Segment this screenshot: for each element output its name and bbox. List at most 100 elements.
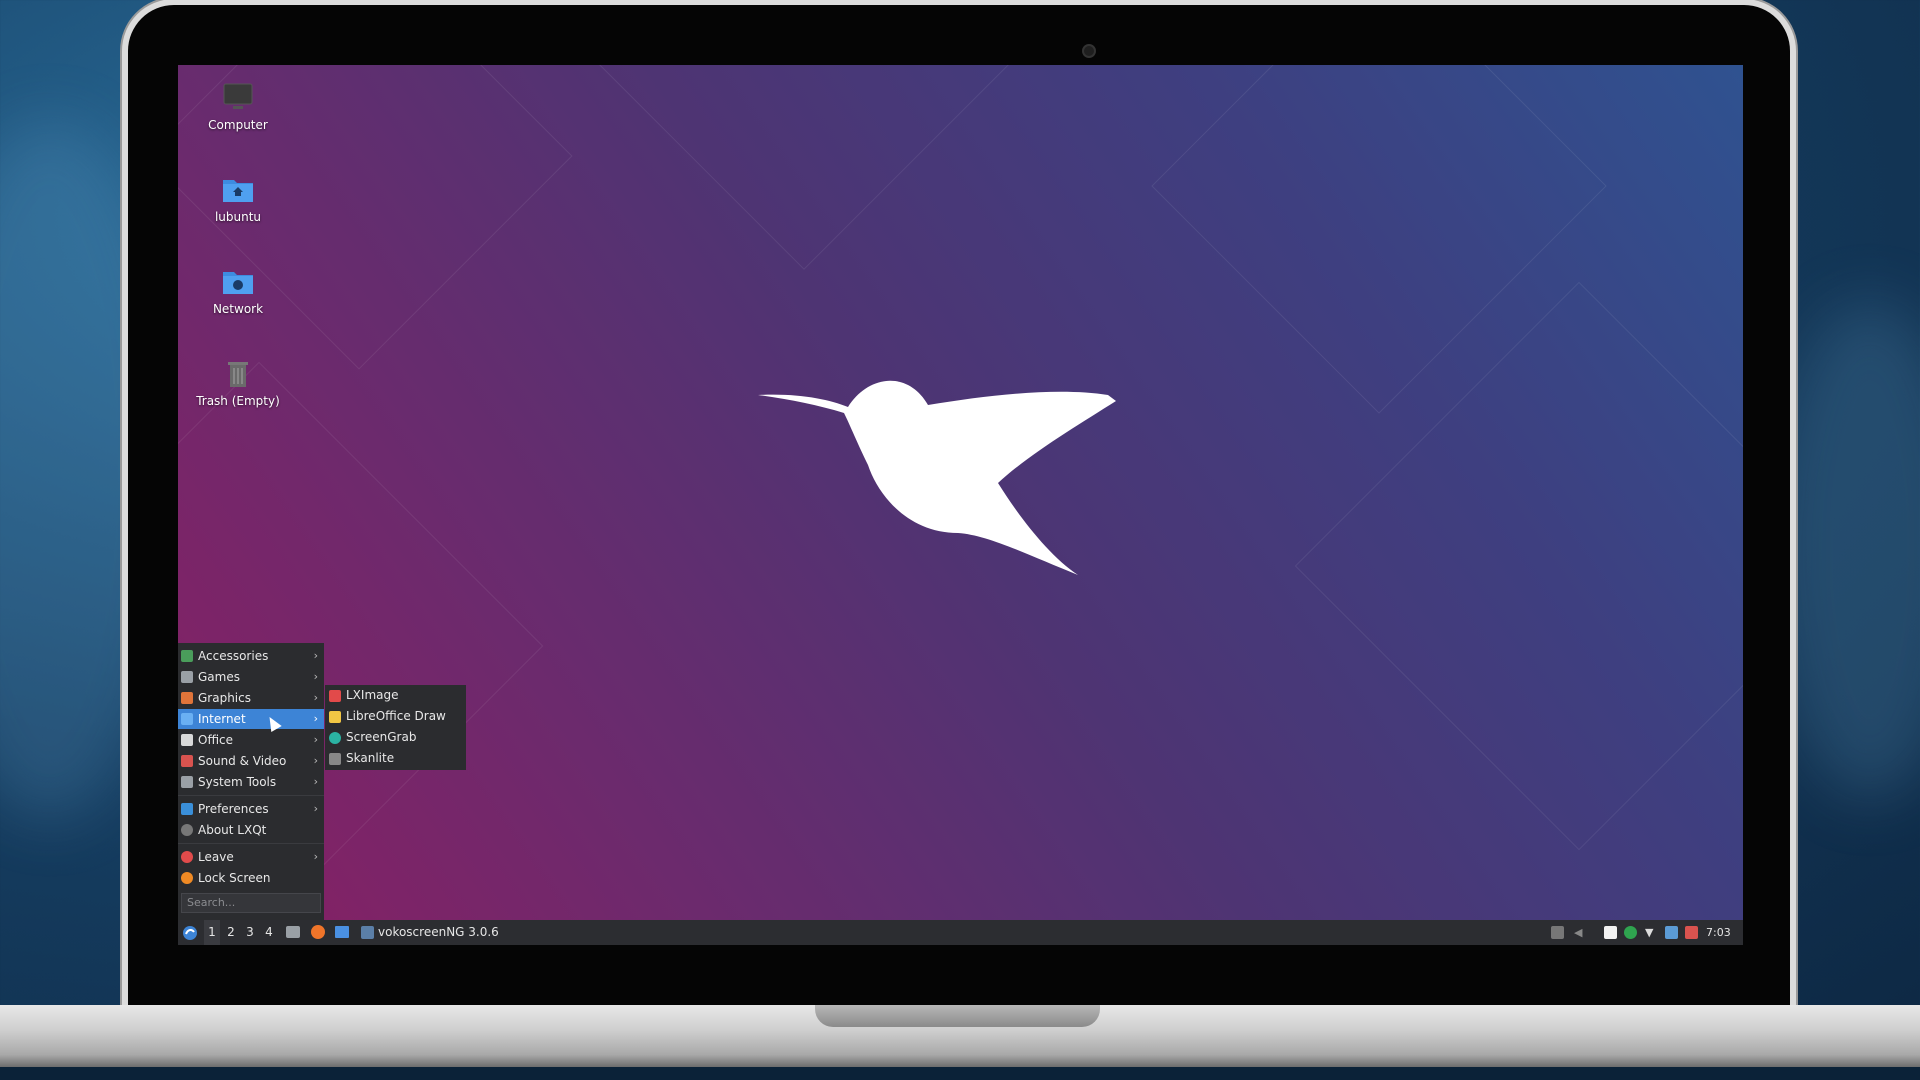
hummingbird-logo <box>758 380 1116 575</box>
menu-separator <box>178 843 324 844</box>
chevron-right-icon: › <box>313 649 318 662</box>
menu-item-label: Office <box>198 733 234 747</box>
show-desktop-icon <box>335 926 349 938</box>
menu-item-graphics[interactable]: Graphics › <box>178 688 324 708</box>
battery-tray-icon[interactable] <box>1685 926 1698 939</box>
application-menu: Accessories › Games › Graphics › Interne… <box>178 643 324 925</box>
menu-item-label: Games <box>198 670 240 684</box>
submenu-item-label: LibreOffice Draw <box>346 709 446 723</box>
submenu-item-screengrab[interactable]: ScreenGrab <box>325 727 466 748</box>
firefox-launcher[interactable] <box>311 920 327 945</box>
trash-icon <box>221 356 255 390</box>
desktop-screen: Computer lubuntu Network Trash (Empty) A… <box>178 65 1743 945</box>
accessories-icon <box>181 650 193 662</box>
menu-item-accessories[interactable]: Accessories › <box>178 646 324 666</box>
workspace-1[interactable]: 1 <box>204 920 220 945</box>
desktop-icon-label: Network <box>212 302 264 316</box>
submenu-item-libreoffice-draw[interactable]: LibreOffice Draw <box>325 706 466 727</box>
desktop-icon-label: lubuntu <box>214 210 262 224</box>
menu-item-preferences[interactable]: Preferences › <box>178 799 324 819</box>
lximage-icon <box>329 690 341 702</box>
menu-item-label: Sound & Video <box>198 754 287 768</box>
menu-item-system-tools[interactable]: System Tools › <box>178 772 324 792</box>
menu-item-sound-video[interactable]: Sound & Video › <box>178 751 324 771</box>
menu-item-label: Leave <box>198 850 234 864</box>
internet-icon <box>181 713 193 725</box>
laptop-hinge <box>815 1005 1100 1027</box>
lubuntu-logo-icon <box>183 926 197 940</box>
menu-item-office[interactable]: Office › <box>178 730 324 750</box>
skanlite-icon <box>329 753 341 765</box>
clock[interactable]: 7:03 <box>1706 920 1740 945</box>
menu-item-lock-screen[interactable]: Lock Screen <box>178 868 324 888</box>
chevron-right-icon: › <box>313 733 318 746</box>
notes-tray-icon[interactable] <box>1604 926 1617 939</box>
desktop-icon-trash[interactable]: Trash (Empty) <box>188 356 288 408</box>
task-vokoscreen[interactable]: vokoscreenNG 3.0.6 <box>361 920 501 945</box>
screengrab-icon <box>329 732 341 744</box>
submenu-item-skanlite[interactable]: Skanlite <box>325 748 466 769</box>
webcam-icon <box>1082 44 1096 58</box>
submenu-item-lximage[interactable]: LXImage <box>325 685 466 706</box>
workspace-2[interactable]: 2 <box>223 920 239 945</box>
taskbar: 1 2 3 4 vokoscreenNG 3.0.6 ◀ ▼ 7:03 <box>178 920 1743 945</box>
desktop-icon-network[interactable]: Network <box>188 264 288 316</box>
menu-item-games[interactable]: Games › <box>178 667 324 687</box>
update-tray-icon[interactable] <box>1624 926 1637 939</box>
menu-item-label: System Tools <box>198 775 277 789</box>
vokoscreen-icon <box>361 926 374 939</box>
games-icon <box>181 671 193 683</box>
workspace-3[interactable]: 3 <box>242 920 258 945</box>
submenu-item-label: Skanlite <box>346 751 395 765</box>
menu-search-input[interactable]: Search... <box>181 893 321 913</box>
chevron-right-icon: › <box>313 775 318 788</box>
desktop-icon-home[interactable]: lubuntu <box>188 172 288 224</box>
file-manager-launcher[interactable] <box>286 920 302 945</box>
wifi-icon[interactable]: ▼ <box>1645 926 1658 939</box>
menu-item-leave[interactable]: Leave › <box>178 847 324 867</box>
chevron-right-icon: › <box>313 691 318 704</box>
chevron-right-icon: › <box>313 850 318 863</box>
clipboard-tray-icon[interactable] <box>1551 926 1564 939</box>
volume-icon[interactable]: ◀ <box>1574 926 1587 939</box>
workspace-4[interactable]: 4 <box>261 920 277 945</box>
menu-item-about-lxqt[interactable]: About LXQt <box>178 820 324 840</box>
menu-item-label: Accessories <box>198 649 269 663</box>
chevron-right-icon: › <box>313 670 318 683</box>
preferences-icon <box>181 803 193 815</box>
home-folder-icon <box>221 172 255 206</box>
menu-item-label: About LXQt <box>198 823 267 837</box>
chevron-right-icon: › <box>313 712 318 725</box>
computer-icon <box>221 80 255 114</box>
submenu-item-label: ScreenGrab <box>346 730 417 744</box>
internet-submenu: LXImage LibreOffice Draw ScreenGrab Skan… <box>325 685 466 770</box>
desktop-icon-computer[interactable]: Computer <box>188 80 288 132</box>
network-folder-icon <box>221 264 255 298</box>
office-icon <box>181 734 193 746</box>
chevron-right-icon: › <box>313 802 318 815</box>
sound-video-icon <box>181 755 193 767</box>
menu-item-label: Preferences <box>198 802 269 816</box>
menu-item-label: Lock Screen <box>198 871 271 885</box>
system-tools-icon <box>181 776 193 788</box>
info-icon <box>181 824 193 836</box>
menu-separator <box>178 795 324 796</box>
desktop-icon-label: Trash (Empty) <box>196 394 280 408</box>
firefox-icon <box>311 925 325 939</box>
laptop-shadow <box>0 1067 1920 1080</box>
power-icon <box>181 851 193 863</box>
show-desktop-button[interactable] <box>335 920 351 945</box>
bluetooth-tray-icon[interactable] <box>1665 926 1678 939</box>
task-title: vokoscreenNG 3.0.6 <box>378 925 499 939</box>
chevron-right-icon: › <box>313 754 318 767</box>
main-menu-button[interactable] <box>182 920 200 945</box>
graphics-icon <box>181 692 193 704</box>
lock-icon <box>181 872 193 884</box>
menu-item-label: Internet <box>198 712 246 726</box>
submenu-item-label: LXImage <box>346 688 399 702</box>
menu-item-internet[interactable]: Internet › <box>178 709 324 729</box>
menu-item-label: Graphics <box>198 691 251 705</box>
background-streak <box>1770 300 1920 800</box>
desktop-icon-label: Computer <box>208 118 268 132</box>
wallpaper-diamond <box>555 65 1053 270</box>
